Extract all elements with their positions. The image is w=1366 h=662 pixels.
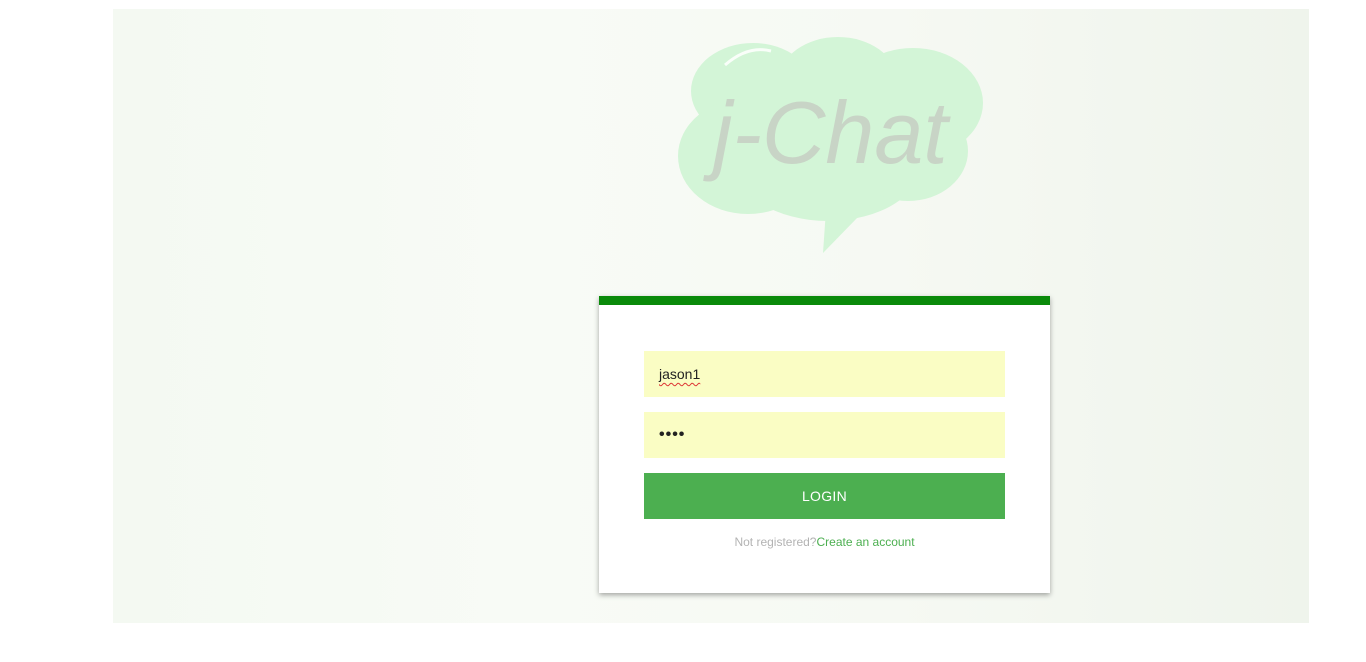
register-prompt-line: Not registered?Create an account xyxy=(599,535,1050,549)
login-card: jason1 •••• LOGIN Not registered?Create … xyxy=(599,296,1050,593)
speech-bubble-icon: j-Chat xyxy=(678,37,983,253)
register-prompt-text: Not registered? xyxy=(734,535,817,549)
logo-text: j-Chat xyxy=(703,83,951,182)
page-background: j-Chat jason1 •••• LOGIN Not registered?… xyxy=(113,9,1309,623)
username-input[interactable]: jason1 xyxy=(644,351,1005,397)
create-account-link[interactable]: Create an account xyxy=(816,535,914,549)
login-button[interactable]: LOGIN xyxy=(644,473,1005,519)
password-input[interactable]: •••• xyxy=(644,412,1005,458)
password-value: •••• xyxy=(659,426,686,443)
username-value: jason1 xyxy=(659,366,701,382)
jchat-logo: j-Chat xyxy=(653,31,993,261)
